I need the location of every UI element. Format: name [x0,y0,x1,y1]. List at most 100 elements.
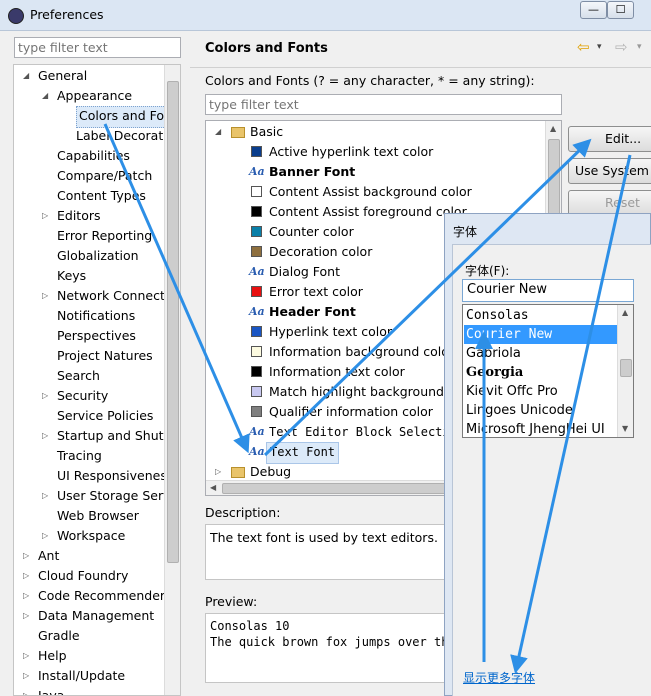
tree-item[interactable]: Information text color [269,362,405,382]
tree-toggle-icon[interactable]: ▷ [215,468,223,476]
tree-category[interactable]: Basic [250,122,283,142]
colors-fonts-subtitle: Colors and Fonts (? = any character, * =… [205,73,535,88]
sidebar-item[interactable]: Notifications [57,306,135,326]
sidebar-item[interactable]: Globalization [57,246,139,266]
tree-toggle-icon[interactable]: ▷ [23,692,31,696]
font-list-scroll-thumb[interactable] [620,359,632,377]
sidebar-item[interactable]: Startup and Shutdown [57,426,180,446]
tree-item[interactable]: Information background color [269,342,454,362]
sidebar-item[interactable]: Content Types [57,186,146,206]
sidebar-item[interactable]: Workspace [57,526,125,546]
tree-toggle-icon[interactable]: ▷ [23,672,31,680]
forward-menu-chevron-icon[interactable]: ▾ [637,42,642,52]
font-name-input[interactable]: Courier New [462,279,634,302]
sidebar-item[interactable]: Gradle [38,626,80,646]
font-scroll-down-icon[interactable]: ▼ [622,424,628,433]
sidebar-item[interactable]: Install/Update [38,666,125,686]
back-arrow-icon[interactable]: ⇦ [577,38,590,56]
sidebar-item[interactable]: Service Policies [57,406,153,426]
sidebar-item[interactable]: Appearance [57,86,132,106]
scroll-up-icon[interactable]: ▲ [550,124,556,133]
color-swatch-icon [251,386,262,397]
sidebar-item[interactable]: Search [57,366,100,386]
tree-toggle-icon[interactable]: ▷ [42,392,50,400]
sidebar-item[interactable]: General [38,66,87,86]
sidebar-item[interactable]: Editors [57,206,101,226]
sidebar-item[interactable]: UI Responsiveness [57,466,173,486]
maximize-button[interactable]: ☐ [607,1,634,19]
tree-toggle-icon[interactable]: ▷ [23,572,31,580]
tree-toggle-icon[interactable]: ◢ [42,92,50,100]
sidebar-item[interactable]: Help [38,646,67,666]
tree-item[interactable]: Qualifier information color [269,402,433,422]
tree-toggle-icon[interactable]: ▷ [42,212,50,220]
sidebar-item[interactable]: User Storage Service [57,486,180,506]
tree-item[interactable]: Banner Font [269,162,355,182]
font-list-item[interactable]: Microsoft JhengHei UI [464,420,619,437]
font-aa-icon: Aa [249,265,265,278]
window-titlebar: Preferences — ☐ [0,0,651,31]
tree-toggle-icon[interactable]: ▷ [23,592,31,600]
tree-item[interactable]: Content Assist foreground color [269,202,467,222]
tree-item[interactable]: Hyperlink text color [269,322,392,342]
tree-toggle-icon[interactable]: ◢ [23,72,31,80]
tree-toggle-icon[interactable]: ▷ [42,292,50,300]
tree-toggle-icon[interactable]: ▷ [23,612,31,620]
sidebar-item[interactable]: Web Browser [57,506,139,526]
color-swatch-icon [251,406,262,417]
sidebar-item[interactable]: Tracing [57,446,102,466]
font-aa-icon: Aa [249,305,265,318]
colors-filter-input[interactable] [205,94,562,115]
use-system-font-button[interactable]: Use System Font [568,158,651,184]
sidebar-item[interactable]: Code Recommenders [38,586,172,606]
sidebar-item[interactable]: Data Management [38,606,154,626]
tree-item[interactable]: Decoration color [269,242,372,262]
tree-toggle-icon[interactable]: ▷ [23,652,31,660]
edit-button[interactable]: Edit... [568,126,651,152]
minimize-button[interactable]: — [580,1,607,19]
tree-item[interactable]: Error text color [269,282,363,302]
sidebar-scrollbar[interactable] [164,65,180,695]
font-list-scrollbar[interactable]: ▲ ▼ [617,305,633,437]
colors-tree-hscroll-thumb[interactable] [222,483,482,494]
show-more-fonts-link[interactable]: 显示更多字体 [463,669,535,686]
sidebar-item[interactable]: Java [38,686,64,695]
tree-category[interactable]: Debug [250,462,291,482]
font-list-item[interactable]: Lingoes Unicode [464,401,619,420]
sidebar-item[interactable]: Compare/Patch [57,166,152,186]
sidebar-item[interactable]: Cloud Foundry [38,566,128,586]
tree-item[interactable]: Text Font [266,442,340,464]
tree-toggle-icon[interactable]: ◢ [215,128,223,136]
sidebar-item[interactable]: Ant [38,546,59,566]
sidebar-item[interactable]: Capabilities [57,146,130,166]
tree-item[interactable]: Dialog Font [269,262,340,282]
tree-item[interactable]: Header Font [269,302,356,322]
tree-toggle-icon[interactable]: ▷ [42,492,50,500]
sidebar-item[interactable]: Keys [57,266,86,286]
sidebar-item[interactable]: Security [57,386,108,406]
tree-item[interactable]: Counter color [269,222,354,242]
forward-arrow-icon[interactable]: ⇨ [615,38,628,56]
sidebar-item[interactable]: Perspectives [57,326,136,346]
sidebar-item[interactable]: Error Reporting [57,226,152,246]
font-list-item[interactable]: Georgia [464,363,619,382]
window-title: Preferences [30,7,104,22]
sidebar-scroll-thumb[interactable] [167,81,179,563]
tree-toggle-icon[interactable]: ▷ [42,532,50,540]
tree-item[interactable]: Content Assist background color [269,182,472,202]
sidebar-filter-input[interactable] [14,37,181,58]
font-scroll-up-icon[interactable]: ▲ [622,308,628,317]
tree-toggle-icon[interactable]: ▷ [23,552,31,560]
font-list-item[interactable]: Gabriola [464,344,619,363]
sidebar-item[interactable]: Network Connections [57,286,180,306]
font-list-item[interactable]: Kievit Offc Pro [464,382,619,401]
tree-toggle-icon[interactable]: ▷ [42,432,50,440]
scroll-left-icon[interactable]: ◀ [210,483,216,492]
font-list-item[interactable]: Courier New [464,325,619,344]
page-title: Colors and Fonts [205,41,328,56]
tree-item[interactable]: Active hyperlink text color [269,142,433,162]
color-swatch-icon [251,286,262,297]
back-menu-chevron-icon[interactable]: ▾ [597,42,602,52]
sidebar-item[interactable]: Project Natures [57,346,153,366]
font-list-item[interactable]: Consolas [464,306,619,325]
